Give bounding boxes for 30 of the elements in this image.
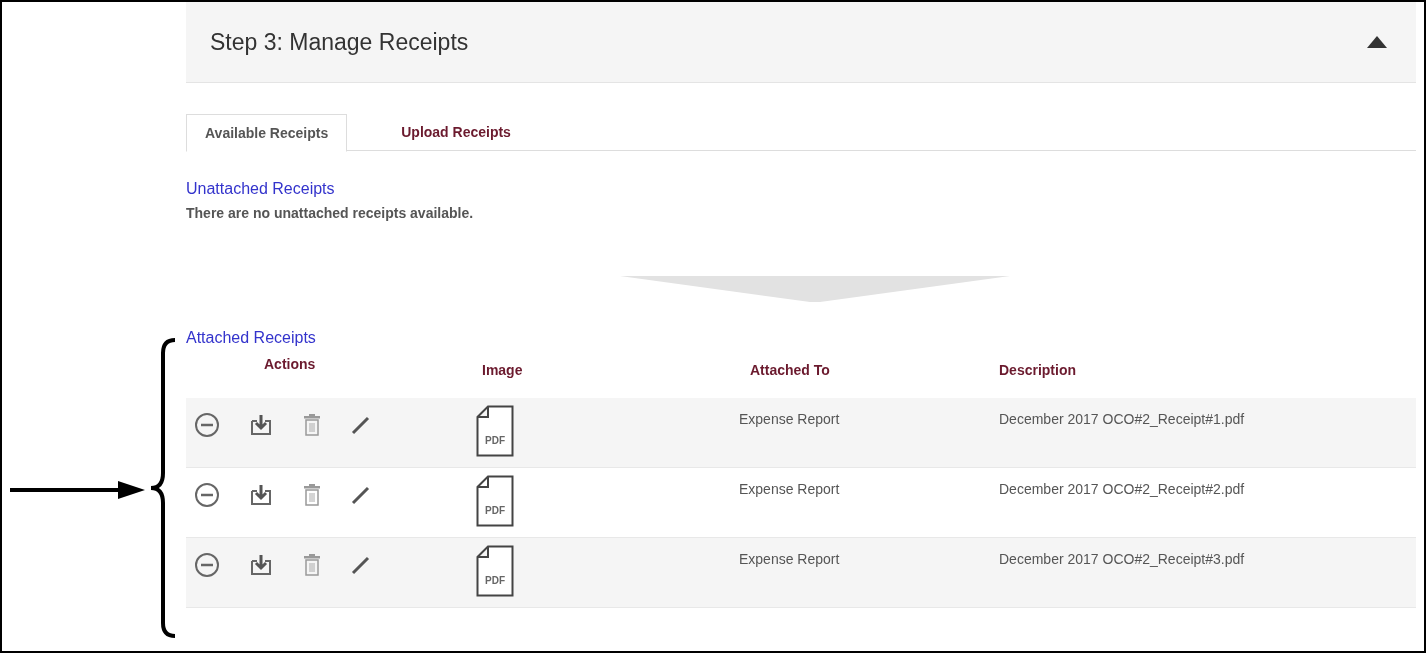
- trash-icon[interactable]: [302, 483, 322, 507]
- table-cell-text: December 2017 OCO#2_Receipt#2.pdf: [998, 480, 1246, 499]
- section-heading: Unattached Receipts: [186, 179, 336, 199]
- section-heading: Attached Receipts: [186, 328, 317, 348]
- empty-message: There are no unattached receipts available.: [186, 204, 475, 223]
- pencil-icon[interactable]: [350, 414, 372, 436]
- column-header: Description: [998, 361, 1077, 380]
- download-tray-icon[interactable]: [248, 413, 274, 437]
- trash-icon[interactable]: [302, 413, 322, 437]
- download-tray-icon[interactable]: [248, 483, 274, 507]
- column-header: Attached To: [749, 361, 831, 380]
- remove-circle-icon[interactable]: [194, 552, 220, 578]
- table-cell-text: December 2017 OCO#2_Receipt#1.pdf: [998, 410, 1246, 429]
- table-cell-text: December 2017 OCO#2_Receipt#3.pdf: [998, 550, 1246, 569]
- pencil-icon[interactable]: [350, 484, 372, 506]
- table-cell-text: Expense Report: [738, 550, 841, 569]
- column-header: Image: [481, 361, 524, 380]
- download-tray-icon[interactable]: [248, 553, 274, 577]
- column-header: Actions: [263, 355, 317, 374]
- table-cell-text: Expense Report: [738, 480, 841, 499]
- collapse-arrow-icon[interactable]: [1366, 35, 1388, 49]
- remove-circle-icon[interactable]: [194, 412, 220, 438]
- remove-circle-icon[interactable]: [194, 482, 220, 508]
- tab[interactable]: Upload Receipts: [347, 114, 565, 151]
- section-title: Step 3: Manage Receipts: [210, 27, 469, 57]
- tab[interactable]: Available Receipts: [186, 114, 348, 152]
- table-cell-text: Expense Report: [738, 410, 841, 429]
- trash-icon[interactable]: [302, 553, 322, 577]
- pencil-icon[interactable]: [350, 554, 372, 576]
- section-header[interactable]: Step 3: Manage Receipts: [186, 2, 1416, 83]
